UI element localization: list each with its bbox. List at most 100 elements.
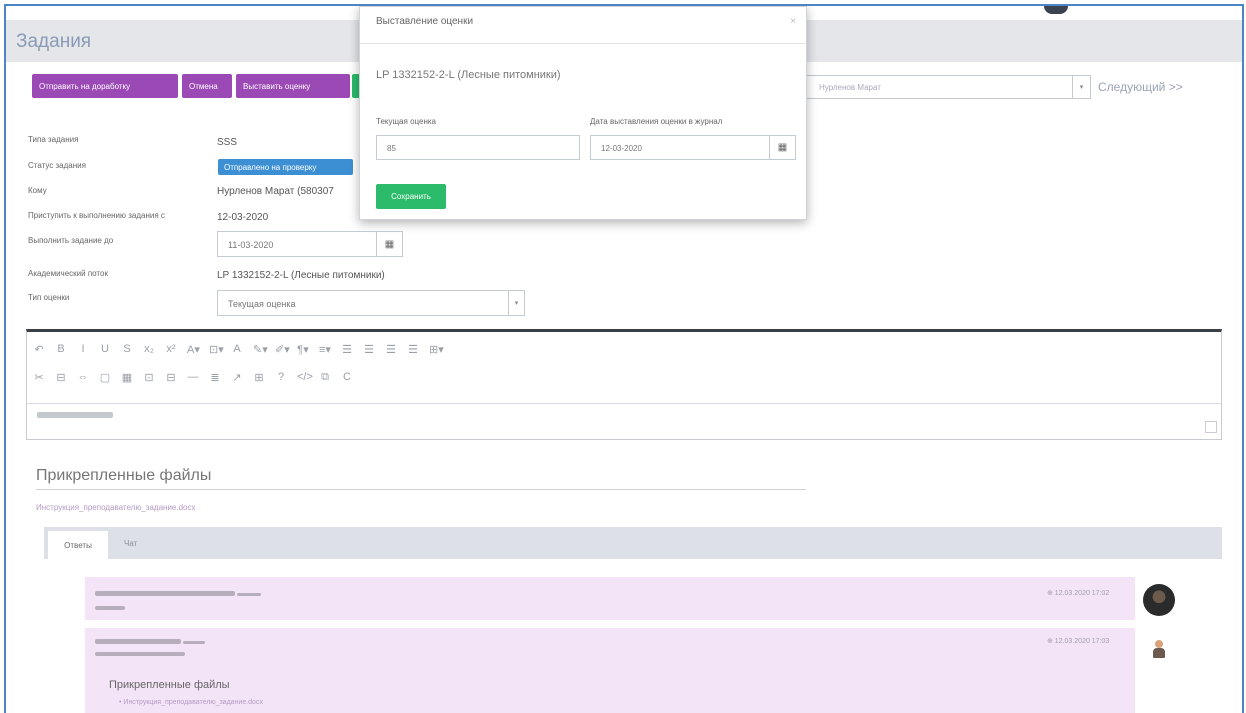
editor-tool-icon[interactable]: U bbox=[99, 343, 111, 355]
task-status-label: Статус задания bbox=[28, 161, 86, 170]
editor-tool-icon[interactable]: ? bbox=[275, 371, 287, 383]
editor-content[interactable] bbox=[37, 412, 113, 418]
send-back-button[interactable]: Отправить на доработку bbox=[32, 74, 178, 98]
grade-type-select[interactable]: Текущая оценка ▾ bbox=[217, 290, 525, 316]
editor-tool-icon[interactable]: ⊡▾ bbox=[209, 343, 224, 356]
tab-chat[interactable]: Чат bbox=[124, 539, 137, 548]
task-type-value: SSS bbox=[217, 137, 238, 148]
editor-tool-icon[interactable]: S bbox=[121, 343, 133, 355]
modal-title: Выставление оценки bbox=[376, 16, 474, 27]
editor-tool-icon[interactable]: ≣ bbox=[209, 371, 221, 384]
avatar-body bbox=[1153, 648, 1165, 658]
rich-text-editor[interactable]: ↶ B I U Sx₂ x² A▾ ⊡▾ A ✎▾ ✐▾ ¶▾ ≡▾ ☰ ☰ ☰ ☰ ⊞▾ ✂ ⊟ ⇔ ▢ ▦ ⊡ ⊟ — ≣ ↗ ⊞… bbox=[26, 329, 1222, 440]
editor-tool-icon[interactable]: ▦ bbox=[121, 371, 133, 384]
editor-tool-icon[interactable]: ⇔ bbox=[77, 371, 89, 383]
page-title: Задания bbox=[16, 31, 92, 52]
editor-tool-icon[interactable]: ⊟ bbox=[165, 371, 177, 384]
avatar bbox=[1143, 584, 1175, 616]
editor-tool-icon[interactable]: C bbox=[341, 371, 353, 383]
editor-tool-icon[interactable]: A▾ bbox=[187, 343, 200, 356]
stream-value: LP 1332152-2-L (Лесные питомники) bbox=[217, 270, 385, 281]
grade-type-label: Тип оценки bbox=[28, 293, 70, 302]
save-button[interactable]: Сохранить bbox=[376, 184, 446, 209]
app-frame: Задания Отправить на доработку Отмена Вы… bbox=[4, 4, 1244, 713]
grade-input[interactable]: 85 bbox=[376, 135, 580, 160]
due-date-value: 11-03-2020 bbox=[228, 240, 274, 250]
message-role bbox=[237, 593, 261, 596]
editor-tool-icon[interactable]: ⊟ bbox=[55, 371, 67, 384]
due-date-label: Выполнить задание до bbox=[28, 236, 114, 245]
editor-tool-icon[interactable]: ☰ bbox=[363, 343, 375, 356]
student-select[interactable]: Нурленов Марат ▾ bbox=[806, 75, 1091, 99]
header-ornament bbox=[1044, 6, 1068, 14]
next-link[interactable]: Следующий >> bbox=[1098, 80, 1183, 94]
message-role bbox=[183, 641, 205, 644]
avatar bbox=[1152, 640, 1166, 660]
editor-tool-icon[interactable]: ▢ bbox=[99, 371, 111, 384]
due-date-field[interactable]: 11-03-2020 ▦ bbox=[217, 231, 403, 257]
editor-tool-icon[interactable]: </> bbox=[297, 371, 313, 383]
editor-tool-icon[interactable]: x₂ bbox=[143, 343, 155, 355]
message-text bbox=[95, 606, 125, 610]
tab-answers[interactable]: Ответы bbox=[48, 531, 108, 559]
editor-tool-icon[interactable]: — bbox=[187, 371, 199, 383]
resize-handle-icon[interactable] bbox=[1205, 421, 1217, 433]
editor-tool-icon[interactable]: x² bbox=[165, 343, 177, 355]
editor-tool-icon[interactable]: ↶ bbox=[33, 343, 45, 356]
editor-tool-icon[interactable]: ✐▾ bbox=[275, 343, 290, 356]
editor-tool-icon[interactable]: ⊡ bbox=[143, 371, 155, 384]
task-type-label: Типа задания bbox=[28, 135, 79, 144]
grade-type-value: Текущая оценка bbox=[228, 299, 296, 309]
student-select-value: Нурленов Марат bbox=[819, 83, 881, 92]
editor-toolbar-row-1: ↶ B I U Sx₂ x² A▾ ⊡▾ A ✎▾ ✐▾ ¶▾ ≡▾ ☰ ☰ ☰ ☰ ⊞▾ bbox=[33, 340, 444, 358]
cancel-button[interactable]: Отмена bbox=[182, 74, 232, 98]
editor-tool-icon[interactable]: A bbox=[231, 343, 243, 355]
message-attachment-name: Инструкция_преподавателю_задание.docx bbox=[123, 699, 263, 706]
chevron-down-icon[interactable]: ▾ bbox=[508, 291, 524, 315]
calendar-icon[interactable]: ▦ bbox=[376, 232, 402, 256]
editor-tool-icon[interactable]: ¶▾ bbox=[297, 343, 309, 356]
editor-tool-icon[interactable]: ☰ bbox=[341, 343, 353, 356]
editor-tool-icon[interactable]: ⊞ bbox=[253, 371, 265, 384]
modal-divider bbox=[360, 43, 806, 44]
message-attachment-link[interactable]: • Инструкция_преподавателю_задание.docx bbox=[119, 699, 263, 706]
modal-subtitle: LP 1332152-2-L (Лесные питомники) bbox=[376, 69, 561, 81]
message-item: ⊕ 12.03.2020 17:02 bbox=[85, 577, 1135, 620]
message-author bbox=[95, 639, 181, 644]
attachments-heading: Прикрепленные файлы bbox=[36, 467, 212, 484]
editor-tool-icon[interactable]: ✂ bbox=[33, 371, 45, 384]
calendar-icon[interactable]: ▦ bbox=[769, 136, 795, 159]
whom-label: Кому bbox=[28, 186, 47, 195]
editor-tool-icon[interactable]: ✎▾ bbox=[253, 343, 268, 356]
start-date-label: Приступить к выполнению задания с bbox=[28, 211, 165, 220]
message-text bbox=[95, 652, 185, 656]
chevron-down-icon[interactable]: ▾ bbox=[1072, 76, 1090, 98]
status-badge: Отправлено на проверку bbox=[218, 159, 353, 175]
set-grade-button[interactable]: Выставить оценку bbox=[236, 74, 350, 98]
message-time: ⊕ 12.03.2020 17:02 bbox=[1047, 590, 1110, 597]
editor-tool-icon[interactable]: I bbox=[77, 343, 89, 355]
editor-tool-icon[interactable]: ↗ bbox=[231, 371, 243, 384]
editor-tool-icon[interactable]: ☰ bbox=[407, 343, 419, 356]
current-grade-label: Текущая оценка bbox=[376, 117, 436, 126]
close-icon[interactable]: × bbox=[790, 16, 796, 27]
editor-tool-icon[interactable]: ≡▾ bbox=[319, 343, 331, 356]
attachment-link[interactable]: Инструкция_преподавателю_задание.docx bbox=[36, 503, 195, 512]
whom-value: Нурленов Марат (580307 bbox=[217, 186, 334, 197]
editor-tool-icon[interactable]: ⧉ bbox=[319, 371, 331, 384]
grade-date-label: Дата выставления оценки в журнал bbox=[590, 117, 723, 126]
avatar-head bbox=[1155, 640, 1163, 648]
stream-label: Академический поток bbox=[28, 269, 108, 278]
message-time: ⊕ 12.03.2020 17:03 bbox=[1047, 638, 1110, 645]
editor-tool-icon[interactable]: ☰ bbox=[385, 343, 397, 356]
tabs-bar: Ответы Чат bbox=[44, 527, 1222, 559]
start-date-value: 12-03-2020 bbox=[217, 212, 269, 223]
grade-date-field[interactable]: 12-03-2020 ▦ bbox=[590, 135, 796, 160]
grade-input-value: 85 bbox=[387, 144, 396, 153]
grade-date-value: 12-03-2020 bbox=[601, 144, 642, 153]
message-item: ⊕ 12.03.2020 17:03 Прикрепленные файлы •… bbox=[85, 628, 1135, 713]
editor-tool-icon[interactable]: ⊞▾ bbox=[429, 343, 444, 356]
grade-modal: Выставление оценки × LP 1332152-2-L (Лес… bbox=[359, 6, 807, 220]
editor-toolbar-row-2: ✂ ⊟ ⇔ ▢ ▦ ⊡ ⊟ — ≣ ↗ ⊞? </> ⧉ C bbox=[33, 368, 353, 386]
editor-tool-icon[interactable]: B bbox=[55, 343, 67, 355]
